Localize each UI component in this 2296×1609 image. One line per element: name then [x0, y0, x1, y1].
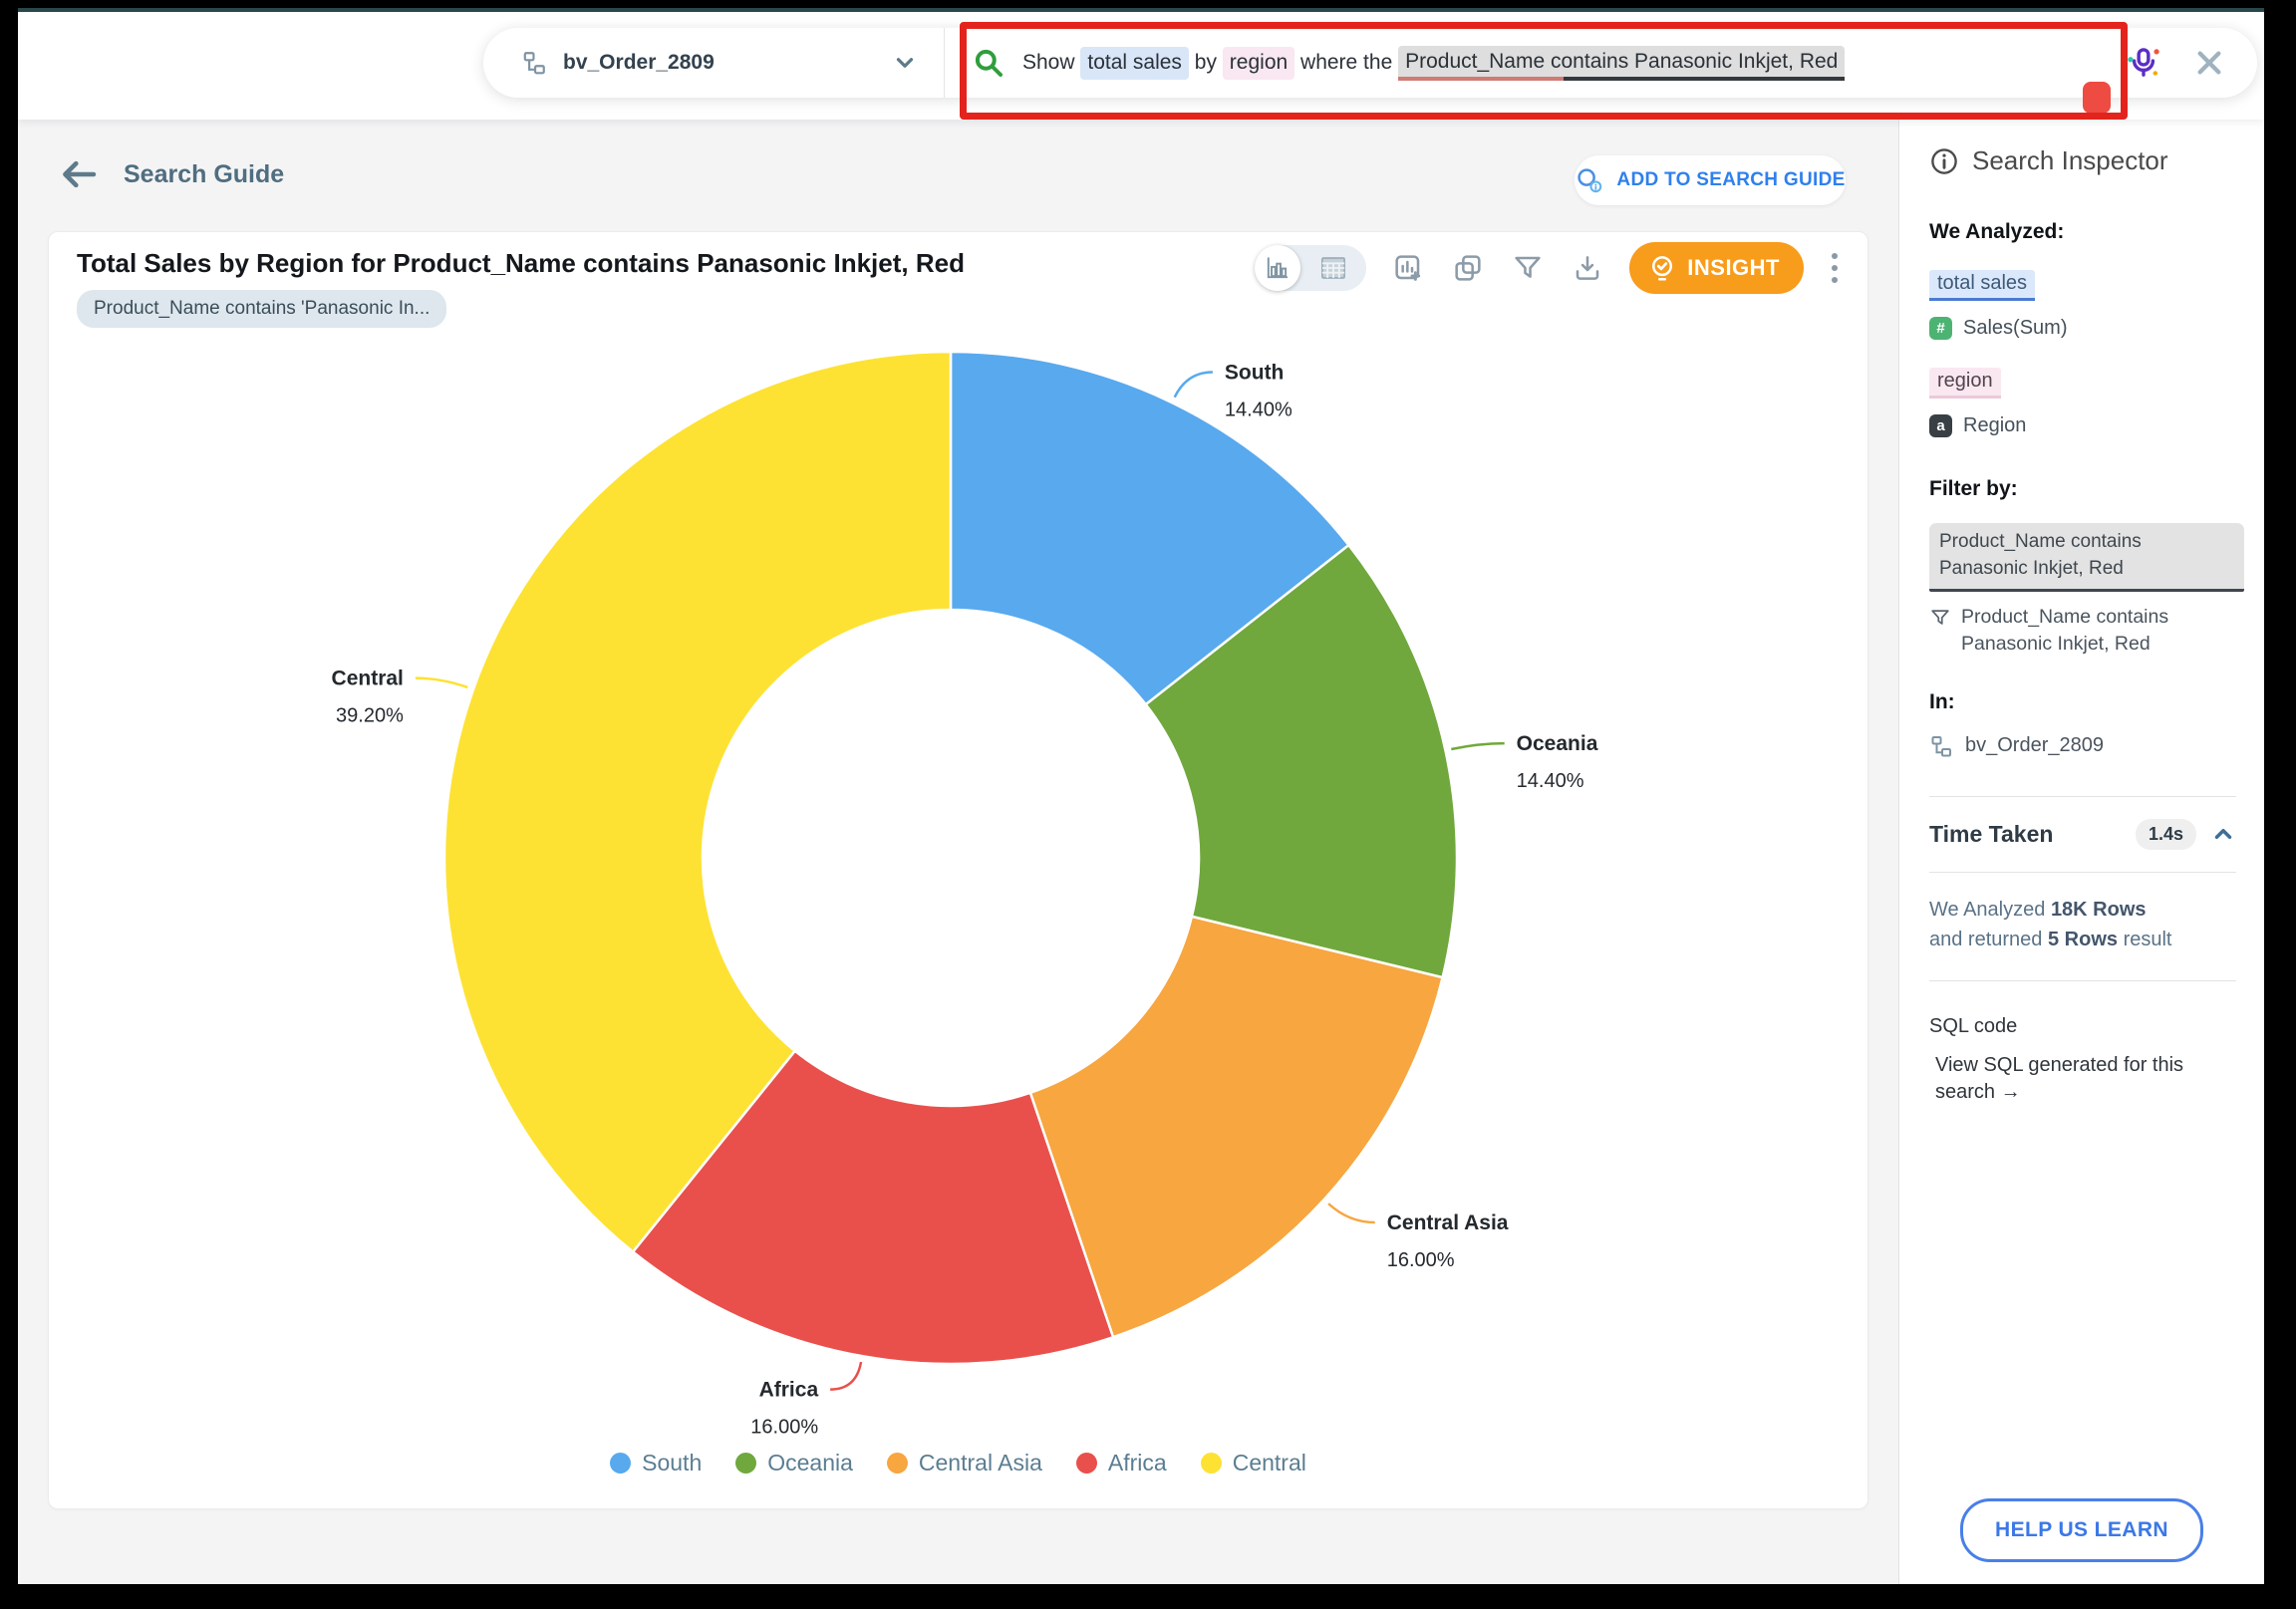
- segment-label-name: South: [1225, 362, 1284, 385]
- filter-by-label: Filter by:: [1929, 477, 2236, 501]
- search-query-input[interactable]: Show total sales by region where the Pro…: [1022, 46, 1845, 81]
- token-field-region: Region: [1963, 414, 2026, 437]
- legend-item-africa[interactable]: Africa: [1076, 1450, 1167, 1476]
- source-tree-icon: [1929, 734, 1953, 758]
- query-token[interactable]: total sales: [1080, 47, 1189, 80]
- query-token[interactable]: Product_Name contains Panasonic Inkjet, …: [1398, 46, 1845, 81]
- dataset-name: bv_Order_2809: [563, 51, 892, 75]
- segment-label-name: Central: [332, 668, 404, 690]
- add-guide-label: ADD TO SEARCH GUIDE: [1616, 169, 1845, 191]
- rows-returned-line: and returned 5 Rows result: [1929, 925, 2236, 954]
- filter-token-chip[interactable]: Product_Name contains Panasonic Inkjet, …: [1929, 523, 2244, 592]
- chevron-down-icon[interactable]: [892, 50, 918, 76]
- source-dataset-name: bv_Order_2809: [1965, 734, 2104, 757]
- legend-item-central[interactable]: Central: [1201, 1450, 1306, 1476]
- dataset-selector[interactable]: bv_Order_2809: [483, 50, 944, 76]
- query-token[interactable]: by: [1189, 51, 1223, 75]
- chart-legend: South Oceania Central Asia Africa Central: [49, 1450, 1867, 1476]
- segment-label-name: Africa: [759, 1379, 819, 1402]
- voice-mic-icon[interactable]: [2126, 45, 2161, 81]
- add-to-search-guide-button[interactable]: ADD TO SEARCH GUIDE: [1575, 155, 1846, 205]
- arrow-right-icon: →: [2001, 1081, 2021, 1103]
- segment-label-name: Central Asia: [1387, 1211, 1509, 1234]
- help-us-learn-button[interactable]: HELP US LEARN: [1960, 1498, 2203, 1562]
- search-icon: [973, 47, 1004, 79]
- divider: [1929, 872, 2236, 873]
- divider: [1929, 980, 2236, 981]
- rows-analyzed-line: We Analyzed 18K Rows: [1929, 895, 2236, 925]
- legend-label: Oceania: [767, 1450, 853, 1476]
- info-icon: [1929, 146, 1959, 176]
- measure-badge-icon: #: [1929, 317, 1952, 340]
- main-area: Search Guide ADD TO SEARCH GUIDE Total S…: [18, 120, 1898, 1584]
- time-taken-value: 1.4s: [2136, 819, 2196, 850]
- attribute-badge-icon: a: [1929, 414, 1952, 437]
- inspector-title: Search Inspector: [1972, 145, 2168, 176]
- answer-card: Total Sales by Region for Product_Name c…: [48, 231, 1868, 1509]
- segment-label-value: 14.40%: [1517, 770, 1584, 792]
- legend-label: Central: [1233, 1450, 1306, 1476]
- app-window: bv_Order_2809 Show total sales by region…: [18, 8, 2264, 1584]
- segment-label-value: 39.20%: [336, 705, 404, 727]
- legend-dot: [735, 1453, 756, 1474]
- label-leader-line: [1175, 373, 1213, 398]
- help-us-learn-label: HELP US LEARN: [1995, 1518, 2168, 1542]
- view-sql-link[interactable]: View SQL generated for this search →: [1929, 1052, 2204, 1106]
- search-guide-back[interactable]: Search Guide: [60, 159, 284, 189]
- dataset-tree-icon: [521, 50, 547, 76]
- back-arrow-icon[interactable]: [60, 159, 98, 189]
- sql-code-label: SQL code: [1929, 1015, 2236, 1038]
- legend-label: South: [642, 1450, 702, 1476]
- legend-item-oceania[interactable]: Oceania: [735, 1450, 853, 1476]
- query-token[interactable]: Show: [1022, 51, 1080, 75]
- legend-label: Africa: [1108, 1450, 1167, 1476]
- search-container: bv_Order_2809 Show total sales by region…: [483, 28, 2257, 98]
- legend-item-south[interactable]: South: [610, 1450, 702, 1476]
- legend-item-central-asia[interactable]: Central Asia: [887, 1450, 1042, 1476]
- query-token[interactable]: region: [1223, 47, 1294, 80]
- token-total-sales[interactable]: total sales: [1929, 270, 2035, 301]
- label-leader-line: [830, 1362, 861, 1390]
- segment-label-value: 16.00%: [750, 1417, 818, 1439]
- segment-label-value: 14.40%: [1225, 400, 1292, 421]
- search-inspector-panel: Search Inspector We Analyzed: total sale…: [1898, 120, 2264, 1584]
- close-icon[interactable]: [2191, 45, 2227, 81]
- filter-funnel-icon: [1929, 607, 1951, 657]
- chevron-up-icon[interactable]: [2210, 821, 2236, 847]
- add-guide-icon: [1575, 165, 1604, 195]
- we-analyzed-label: We Analyzed:: [1929, 220, 2236, 244]
- label-leader-line: [1328, 1204, 1375, 1222]
- top-bar: bv_Order_2809 Show total sales by region…: [18, 8, 2264, 120]
- legend-dot: [1076, 1453, 1097, 1474]
- query-token[interactable]: where the: [1294, 51, 1398, 75]
- search-guide-title: Search Guide: [124, 160, 284, 189]
- token-field-sales: Sales(Sum): [1963, 317, 2067, 340]
- token-region[interactable]: region: [1929, 368, 2001, 399]
- legend-dot: [1201, 1453, 1222, 1474]
- legend-dot: [610, 1453, 631, 1474]
- segment-label-name: Oceania: [1517, 732, 1598, 755]
- time-taken-label: Time Taken: [1929, 821, 2136, 848]
- donut-chart: South 14.40% Oceania 14.40% Central Asia 16.0…: [49, 232, 1869, 1510]
- label-leader-line: [1451, 743, 1504, 749]
- annotation-handle: [2083, 82, 2111, 114]
- filter-detail-text: Product_Name contains Panasonic Inkjet, …: [1961, 604, 2210, 657]
- window-top-edge: [18, 8, 2264, 12]
- search-box[interactable]: Show total sales by region where the Pro…: [945, 46, 2126, 81]
- legend-dot: [887, 1453, 908, 1474]
- segment-label-value: 16.00%: [1387, 1249, 1455, 1271]
- legend-label: Central Asia: [919, 1450, 1042, 1476]
- in-label: In:: [1929, 690, 2236, 714]
- label-leader-line: [416, 678, 467, 687]
- divider: [1929, 796, 2236, 797]
